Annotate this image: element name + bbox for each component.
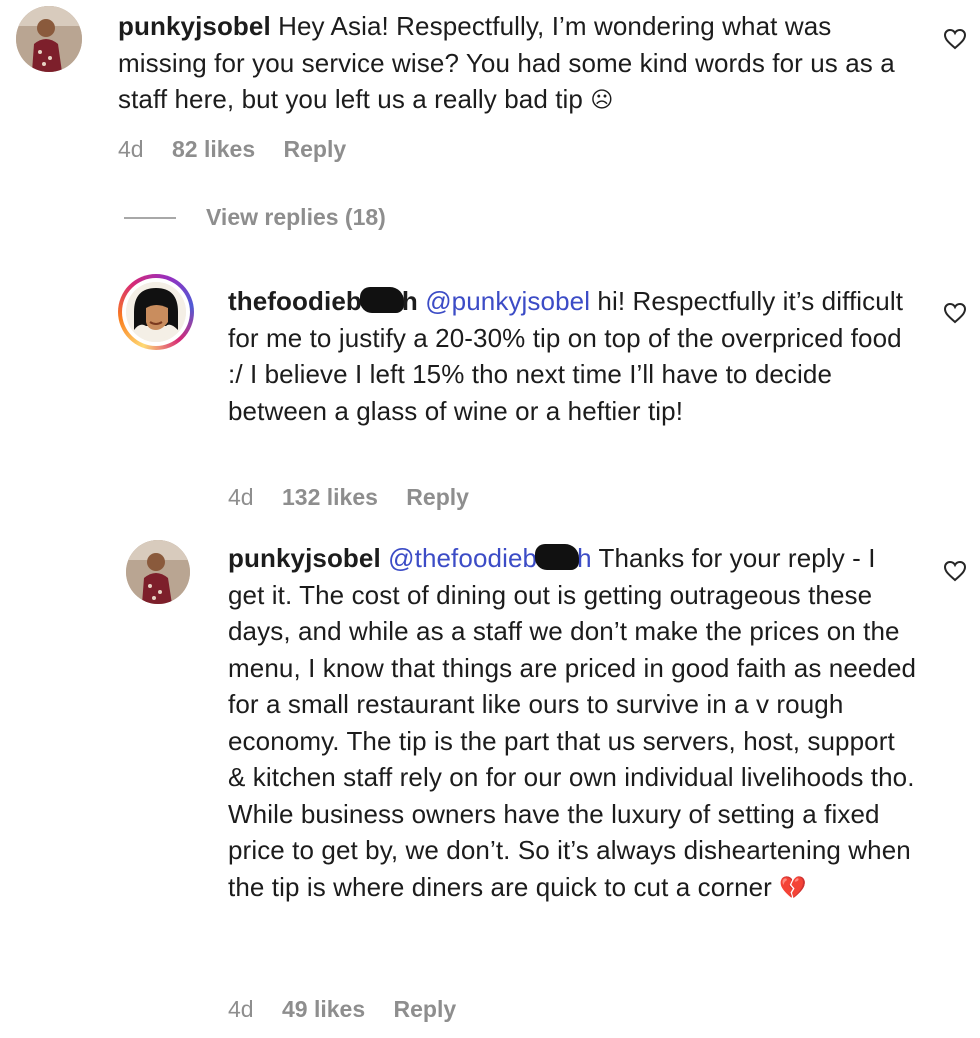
profile-photo-icon bbox=[16, 6, 82, 72]
view-replies-button[interactable]: View replies (18) bbox=[124, 204, 386, 231]
likes-count[interactable]: 132 likes bbox=[282, 484, 378, 510]
comment-text: punkyjsobel Hey Asia! Respectfully, I’m … bbox=[118, 8, 918, 119]
avatar[interactable] bbox=[126, 540, 190, 604]
frown-emoji-icon: ☹ bbox=[590, 87, 614, 112]
profile-photo-icon bbox=[126, 540, 190, 604]
reply-button[interactable]: Reply bbox=[284, 136, 347, 162]
likes-count[interactable]: 49 likes bbox=[282, 996, 365, 1022]
comment-time: 4d bbox=[228, 996, 254, 1022]
mention-end: h bbox=[577, 543, 592, 573]
heart-outline-icon[interactable] bbox=[943, 28, 967, 50]
mention-link[interactable]: @thefoodieb h bbox=[388, 543, 592, 573]
avatar[interactable] bbox=[16, 6, 82, 72]
mention-link[interactable]: @punkyjsobel bbox=[425, 286, 590, 316]
redaction-mark bbox=[535, 544, 580, 570]
comment-meta: 4d 49 likes Reply bbox=[228, 996, 478, 1023]
comment-time: 4d bbox=[228, 484, 254, 510]
reply-button[interactable]: Reply bbox=[406, 484, 469, 510]
likes-count[interactable]: 82 likes bbox=[172, 136, 255, 162]
avatar bbox=[126, 282, 186, 342]
comment-text: punkyjsobel @thefoodieb h Thanks for your… bbox=[228, 540, 918, 906]
comment-body: Thanks for your reply - I get it. The co… bbox=[228, 543, 917, 902]
redaction-mark bbox=[359, 287, 404, 313]
view-replies-label: View replies (18) bbox=[206, 204, 386, 230]
broken-heart-emoji-icon: 💔 bbox=[779, 874, 807, 900]
story-ring[interactable] bbox=[118, 274, 194, 350]
comment-text: thefoodieb h @punkyjsobel hi! Respectfull… bbox=[228, 283, 918, 429]
username-end: h bbox=[401, 286, 418, 316]
cartoon-avatar-icon bbox=[126, 282, 186, 342]
comment-meta: 4d 132 likes Reply bbox=[228, 484, 491, 511]
username-start: thefoodieb bbox=[228, 286, 362, 316]
comment-meta: 4d 82 likes Reply bbox=[118, 136, 368, 163]
reply-button[interactable]: Reply bbox=[394, 996, 457, 1022]
comment-username[interactable]: punkyjsobel bbox=[228, 543, 381, 573]
heart-outline-icon[interactable] bbox=[943, 560, 967, 582]
divider-line bbox=[124, 216, 176, 219]
comment-username[interactable]: thefoodieb h bbox=[228, 286, 418, 316]
comment-username[interactable]: punkyjsobel bbox=[118, 11, 271, 41]
mention-start: @thefoodieb bbox=[388, 543, 538, 573]
comment-time: 4d bbox=[118, 136, 144, 162]
heart-outline-icon[interactable] bbox=[943, 302, 967, 324]
